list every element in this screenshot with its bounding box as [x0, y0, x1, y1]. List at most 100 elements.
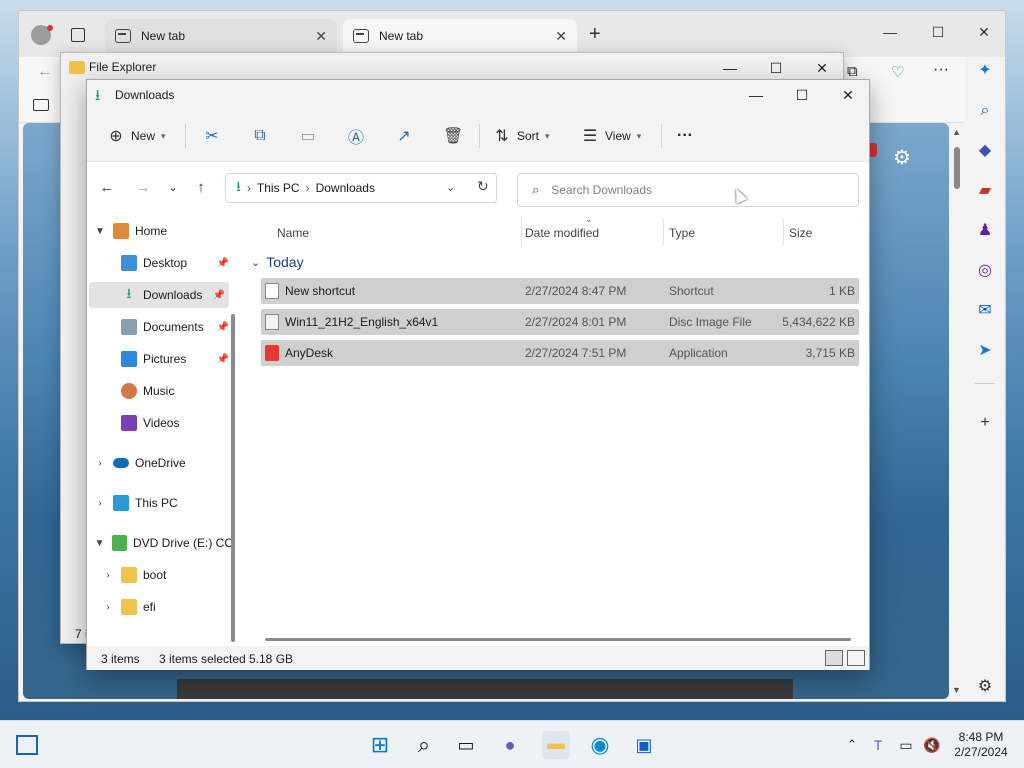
- search-box[interactable]: ⌕ Search Downloads: [517, 173, 859, 207]
- paste-button[interactable]: ▭: [299, 122, 317, 150]
- scroll-thumb[interactable]: [954, 147, 960, 189]
- search-input[interactable]: Search Downloads: [551, 183, 652, 197]
- tab-new-tab-1[interactable]: New tab ✕: [105, 19, 337, 53]
- add-icon[interactable]: +: [975, 413, 995, 433]
- scroll-down-icon[interactable]: ▼: [952, 685, 961, 695]
- nav-item-efi[interactable]: › efi: [101, 594, 235, 620]
- new-button[interactable]: ⊕ New ▾: [107, 122, 165, 150]
- tab-close-button[interactable]: ✕: [315, 28, 327, 45]
- nav-item-documents[interactable]: Documents 📌: [93, 314, 233, 340]
- delete-button[interactable]: 🗑: [443, 122, 463, 150]
- view-button[interactable]: ☰ View ▾: [581, 122, 642, 150]
- nav-item-desktop[interactable]: Desktop 📌: [93, 250, 233, 276]
- address-dropdown-icon[interactable]: ⌄: [446, 181, 455, 194]
- tab-new-tab-2[interactable]: New tab ✕: [343, 19, 577, 53]
- nav-item-this-pc[interactable]: › This PC: [93, 490, 233, 516]
- file-row[interactable]: AnyDesk 2/27/2024 7:51 PM Application 3,…: [261, 340, 859, 366]
- more-options-button[interactable]: ···: [677, 122, 693, 150]
- maximize-button[interactable]: ☐: [779, 80, 825, 110]
- folder-icon[interactable]: [33, 99, 49, 111]
- breadcrumb-downloads[interactable]: Downloads: [316, 181, 375, 195]
- close-button[interactable]: ✕: [825, 80, 871, 110]
- breadcrumb-this-pc[interactable]: This PC: [257, 181, 300, 195]
- file-explorer-icon[interactable]: ▬: [542, 731, 570, 759]
- collections-icon[interactable]: ⧉: [847, 63, 858, 80]
- chevron-down-icon[interactable]: ▼: [93, 538, 106, 549]
- up-button[interactable]: ↑: [191, 178, 211, 198]
- tab-actions-icon[interactable]: [71, 28, 85, 42]
- more-icon[interactable]: ···: [933, 61, 949, 79]
- nav-item-onedrive[interactable]: › OneDrive: [93, 450, 233, 476]
- browser-close-button[interactable]: ✕: [969, 17, 999, 47]
- tab-close-button[interactable]: ✕: [555, 28, 567, 45]
- horizontal-scrollbar[interactable]: [265, 638, 851, 641]
- tiles-view-icon[interactable]: [847, 650, 865, 666]
- group-header-today[interactable]: ⌄ Today: [251, 254, 304, 270]
- column-header-name[interactable]: Name: [277, 226, 309, 240]
- network-icon[interactable]: ▭: [894, 733, 918, 757]
- nav-label: Music: [143, 384, 175, 398]
- clock[interactable]: 8:48 PM 2/27/2024: [950, 730, 1012, 760]
- browser-minimize-button[interactable]: —: [875, 17, 905, 47]
- nav-item-dvd-drive[interactable]: ▼ DVD Drive (E:) CC: [93, 530, 233, 556]
- recent-locations-chevron-icon[interactable]: ⌄: [163, 178, 183, 198]
- nav-item-music[interactable]: Music: [93, 378, 233, 404]
- back-button[interactable]: ←: [97, 178, 117, 198]
- nav-label: Home: [135, 224, 168, 238]
- teams-icon[interactable]: T: [866, 733, 890, 757]
- back-icon[interactable]: ←: [37, 63, 53, 81]
- cut-button[interactable]: ✂: [203, 122, 221, 150]
- nav-item-home[interactable]: ▼ Home: [93, 218, 233, 244]
- volume-icon[interactable]: 🔇: [920, 733, 944, 757]
- share-button[interactable]: ↗: [395, 122, 413, 150]
- copilot-icon[interactable]: ✦: [975, 61, 995, 81]
- sidebar-settings-icon[interactable]: ⚙: [975, 677, 995, 697]
- store-icon[interactable]: ▣: [632, 733, 656, 757]
- shortcut-icon: [265, 283, 279, 299]
- search-icon[interactable]: ⌕: [412, 733, 436, 757]
- column-header-size[interactable]: Size: [789, 226, 812, 240]
- nav-item-pictures[interactable]: Pictures 📌: [93, 346, 233, 372]
- minimize-button[interactable]: —: [733, 80, 779, 110]
- details-view-icon[interactable]: [825, 650, 843, 666]
- chevron-right-icon[interactable]: ›: [101, 602, 115, 613]
- sort-button[interactable]: ⇅ Sort ▾: [493, 122, 549, 150]
- column-header-date-modified[interactable]: Date modified: [525, 226, 599, 240]
- health-icon[interactable]: ♡: [891, 63, 904, 81]
- rename-button[interactable]: Ⓐ: [347, 122, 365, 150]
- nav-item-videos[interactable]: Videos: [93, 410, 233, 436]
- send-icon[interactable]: ➤: [975, 341, 995, 361]
- refresh-icon[interactable]: ↻: [477, 178, 489, 195]
- chevron-right-icon[interactable]: ›: [101, 570, 115, 581]
- edge-icon[interactable]: ◉: [588, 733, 612, 757]
- chevron-right-icon[interactable]: ›: [93, 498, 107, 509]
- start-icon[interactable]: ⊞: [368, 733, 392, 757]
- games-icon[interactable]: ♟: [975, 221, 995, 241]
- nav-scrollbar[interactable]: [231, 314, 235, 642]
- nav-item-downloads[interactable]: ⭳ Downloads 📌: [89, 282, 229, 308]
- title-bar[interactable]: ⭳ Downloads — ☐ ✕: [87, 80, 869, 110]
- search-icon[interactable]: ⌕: [975, 101, 995, 121]
- scroll-up-icon[interactable]: ▲: [952, 127, 961, 137]
- chat-icon[interactable]: ●: [498, 733, 522, 757]
- browser-maximize-button[interactable]: ☐: [923, 17, 953, 47]
- file-row[interactable]: New shortcut 2/27/2024 8:47 PM Shortcut …: [261, 278, 859, 304]
- nav-item-boot[interactable]: › boot: [101, 562, 235, 588]
- widgets-icon[interactable]: [16, 735, 38, 755]
- chevron-right-icon[interactable]: ›: [93, 458, 107, 469]
- column-header-type[interactable]: Type: [669, 226, 695, 240]
- forward-button[interactable]: →: [133, 178, 153, 198]
- office-icon[interactable]: ◎: [975, 261, 995, 281]
- settings-icon[interactable]: ⚙: [893, 145, 911, 170]
- address-bar[interactable]: ⭳ › This PC › Downloads ⌄: [225, 173, 497, 203]
- task-view-icon[interactable]: ▭: [454, 733, 478, 757]
- browser-scrollbar[interactable]: ▲ ▼: [949, 123, 965, 699]
- shopping-icon[interactable]: ◆: [975, 141, 995, 161]
- new-tab-button[interactable]: +: [589, 23, 601, 46]
- file-row[interactable]: Win11_21H2_English_x64v1 2/27/2024 8:01 …: [261, 309, 859, 335]
- tools-icon[interactable]: ▰: [975, 181, 995, 201]
- outlook-icon[interactable]: ✉: [975, 301, 995, 321]
- chevron-down-icon[interactable]: ▼: [93, 226, 107, 237]
- chevron-up-icon[interactable]: ⌃: [840, 733, 864, 757]
- copy-button[interactable]: ⧉: [251, 122, 269, 150]
